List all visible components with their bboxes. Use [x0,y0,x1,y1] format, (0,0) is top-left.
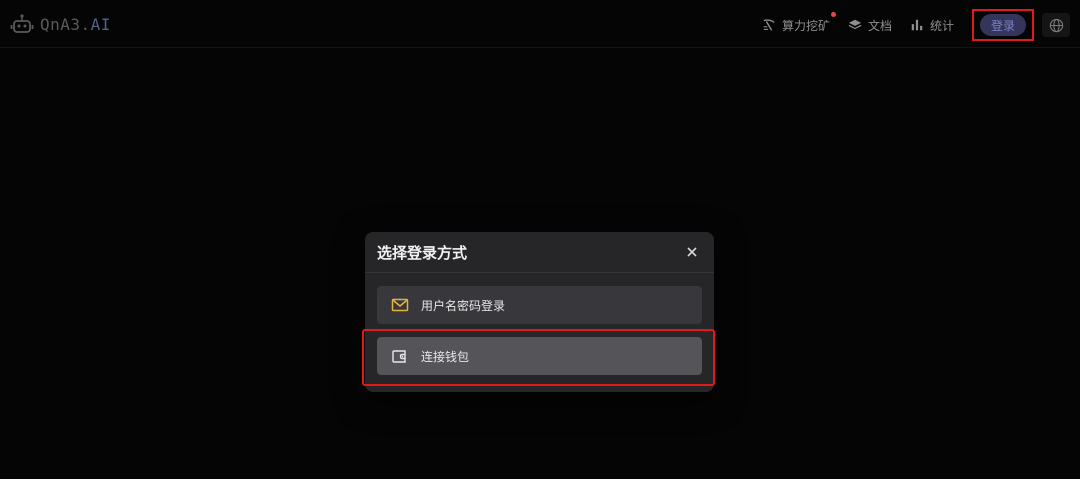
notification-badge [830,11,836,17]
bar-chart-icon [911,19,923,31]
nav-item-mining-label: 算力挖矿 [781,18,830,33]
login-button[interactable]: 登录 [980,14,1026,36]
language-button[interactable] [1042,13,1070,37]
close-icon[interactable] [686,246,698,258]
wallet-icon [392,350,406,363]
brand-name-main: QnA3. [40,14,91,34]
nav-item-stats-label: 统计 [929,18,954,33]
login-highlight-box: 登录 [972,9,1034,41]
username-password-login-label: 用户名密码登录 [421,298,506,313]
globe-icon [1049,18,1063,32]
brand-name: QnA3.AI [40,15,111,34]
nav-item-mining[interactable]: 算力挖矿 [762,11,836,34]
brand-logo[interactable]: QnA3.AI [10,11,111,37]
dialog-title: 选择登录方式 [377,243,468,262]
connect-wallet-label: 连接钱包 [421,349,470,364]
mail-icon [391,298,409,312]
nav-item-docs[interactable]: 文档 [848,17,892,34]
nav-item-stats[interactable]: 统计 [910,17,954,34]
nav-menu: 算力挖矿 文档 统计 登录 [762,9,1070,41]
nav-item-docs-label: 文档 [867,18,892,33]
app-page: QnA3.AI 算力挖矿 文档 统计 登录 选择登录方式 用户名密码登录 连接钱… [0,0,1080,479]
top-navbar: QnA3.AI 算力挖矿 文档 统计 登录 [0,0,1080,48]
brand-name-accent: AI [90,14,111,34]
mining-icon [763,19,775,31]
docs-stack-icon [848,19,862,30]
robot-icon [10,14,34,33]
username-password-login-option[interactable]: 用户名密码登录 [377,286,702,324]
dialog-header: 选择登录方式 [365,232,714,273]
connect-wallet-option[interactable]: 连接钱包 [377,337,702,375]
login-method-dialog: 选择登录方式 用户名密码登录 连接钱包 [365,232,714,392]
